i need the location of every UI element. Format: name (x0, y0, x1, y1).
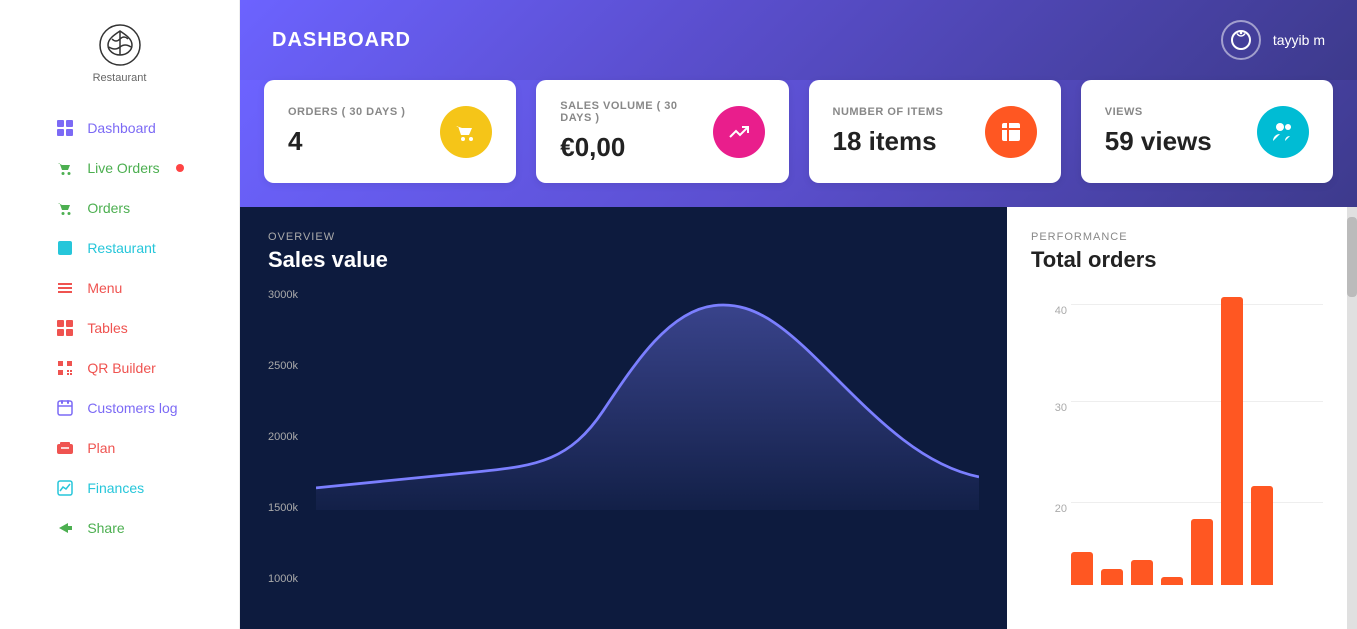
sidebar-item-dashboard[interactable]: Dashboard (31, 108, 207, 148)
sales-chart-svg (316, 289, 979, 510)
sidebar-item-menu[interactable]: Menu (31, 268, 207, 308)
chart-y-label: 2500k (268, 360, 298, 372)
perf-section-label: PERFORMANCE (1031, 231, 1323, 243)
stat-icon-sales (713, 106, 765, 158)
stat-card-items: NUMBER OF ITEMS 18 items (809, 80, 1061, 183)
bar-0 (1071, 552, 1093, 585)
sidebar-label-customers: Customers log (87, 400, 177, 416)
chart-y-label: 1000k (268, 573, 298, 585)
stat-info-items: NUMBER OF ITEMS 18 items (833, 106, 944, 157)
chart-y-label: 1500k (268, 502, 298, 514)
chart-y-label: 3000k (268, 289, 298, 301)
sidebar-label-plan: Plan (87, 440, 115, 456)
bar-3 (1161, 577, 1183, 585)
sidebar-label-finances: Finances (87, 480, 144, 496)
share-icon (55, 518, 75, 538)
sidebar-label-menu: Menu (87, 280, 122, 296)
sales-chart: 3000k 2500k 2000k 1500k 1000k (268, 289, 979, 605)
stat-value-views: 59 views (1105, 126, 1212, 157)
stat-card-views: VIEWS 59 views (1081, 80, 1333, 183)
stat-info-views: VIEWS 59 views (1105, 106, 1212, 157)
customers-icon (55, 398, 75, 418)
bar-5 (1221, 297, 1243, 585)
sidebar-item-orders[interactable]: Orders (31, 188, 207, 228)
sidebar-label-dashboard: Dashboard (87, 120, 156, 136)
perf-title: Total orders (1031, 247, 1323, 273)
sidebar-label-orders: Orders (87, 200, 130, 216)
sidebar-label-restaurant: Restaurant (87, 240, 155, 256)
sidebar-item-share[interactable]: Share (31, 508, 207, 548)
bar-1 (1101, 569, 1123, 585)
page-title: DASHBOARD (272, 29, 411, 52)
user-name: tayyib m (1273, 32, 1325, 48)
stat-value-sales: €0,00 (560, 132, 712, 163)
logo-icon (95, 20, 145, 70)
sidebar-item-customers[interactable]: Customers log (31, 388, 207, 428)
stat-icon-orders (440, 106, 492, 158)
sidebar-label-tables: Tables (87, 320, 127, 336)
user-avatar[interactable] (1221, 20, 1261, 60)
tables-icon (55, 318, 75, 338)
scrollbar-thumb (1347, 217, 1357, 297)
right-scrollbar[interactable] (1347, 207, 1357, 629)
stat-info-sales: SALES VOLUME ( 30 DAYS ) €0,00 (560, 100, 712, 163)
stat-card-sales: SALES VOLUME ( 30 DAYS ) €0,00 (536, 80, 788, 183)
stat-label-orders: ORDERS ( 30 DAYS ) (288, 106, 405, 118)
liveorders-icon (55, 158, 75, 178)
bar-chart-inner (1031, 289, 1323, 605)
stat-value-orders: 4 (288, 126, 405, 157)
user-area: tayyib m (1221, 20, 1325, 60)
sidebar: Restaurant Dashboard Live Orders Orders Res… (0, 0, 240, 629)
stat-label-sales: SALES VOLUME ( 30 DAYS ) (560, 100, 712, 124)
header: DASHBOARD tayyib m (240, 0, 1357, 80)
stat-icon-items (985, 106, 1037, 158)
sidebar-item-qr[interactable]: QR Builder (31, 348, 207, 388)
chart-y-labels: 3000k 2500k 2000k 1500k 1000k (268, 289, 298, 585)
sidebar-item-finances[interactable]: Finances (31, 468, 207, 508)
logo-text: Restaurant (93, 72, 147, 84)
qr-icon (55, 358, 75, 378)
stats-row: ORDERS ( 30 DAYS ) 4 SALES VOLUME ( 30 D… (240, 80, 1357, 207)
stat-label-items: NUMBER OF ITEMS (833, 106, 944, 118)
bar-2 (1131, 560, 1153, 585)
overview-title: Sales value (268, 247, 979, 273)
restaurant-icon (55, 238, 75, 258)
chart-y-label: 2000k (268, 431, 298, 443)
sidebar-item-restaurant[interactable]: Restaurant (31, 228, 207, 268)
sidebar-item-tables[interactable]: Tables (31, 308, 207, 348)
stat-icon-views (1257, 106, 1309, 158)
logo-area: Restaurant (93, 20, 147, 84)
charts-row: OVERVIEW Sales value 3000k 2500k 2000k 1500… (240, 207, 1357, 629)
sidebar-label-liveorders: Live Orders (87, 160, 159, 176)
performance-panel: PERFORMANCE Total orders 403020 (1007, 207, 1347, 629)
menu-icon (55, 278, 75, 298)
sidebar-item-plan[interactable]: Plan (31, 428, 207, 468)
stat-value-items: 18 items (833, 126, 944, 157)
stat-info-orders: ORDERS ( 30 DAYS ) 4 (288, 106, 405, 157)
sidebar-item-liveorders[interactable]: Live Orders (31, 148, 207, 188)
bar-4 (1191, 519, 1213, 585)
plan-icon (55, 438, 75, 458)
main-content: DASHBOARD tayyib m ORDERS ( 30 DAYS ) 4 … (240, 0, 1357, 629)
bar-6 (1251, 486, 1273, 585)
overview-section-label: OVERVIEW (268, 231, 979, 243)
finances-icon (55, 478, 75, 498)
stat-label-views: VIEWS (1105, 106, 1212, 118)
dashboard-icon (55, 118, 75, 138)
orders-icon (55, 198, 75, 218)
sidebar-label-qr: QR Builder (87, 360, 155, 376)
live-orders-dot (176, 164, 184, 172)
stat-card-orders: ORDERS ( 30 DAYS ) 4 (264, 80, 516, 183)
sidebar-label-share: Share (87, 520, 124, 536)
bar-chart: 403020 (1031, 289, 1323, 605)
overview-panel: OVERVIEW Sales value 3000k 2500k 2000k 1500… (240, 207, 1007, 629)
